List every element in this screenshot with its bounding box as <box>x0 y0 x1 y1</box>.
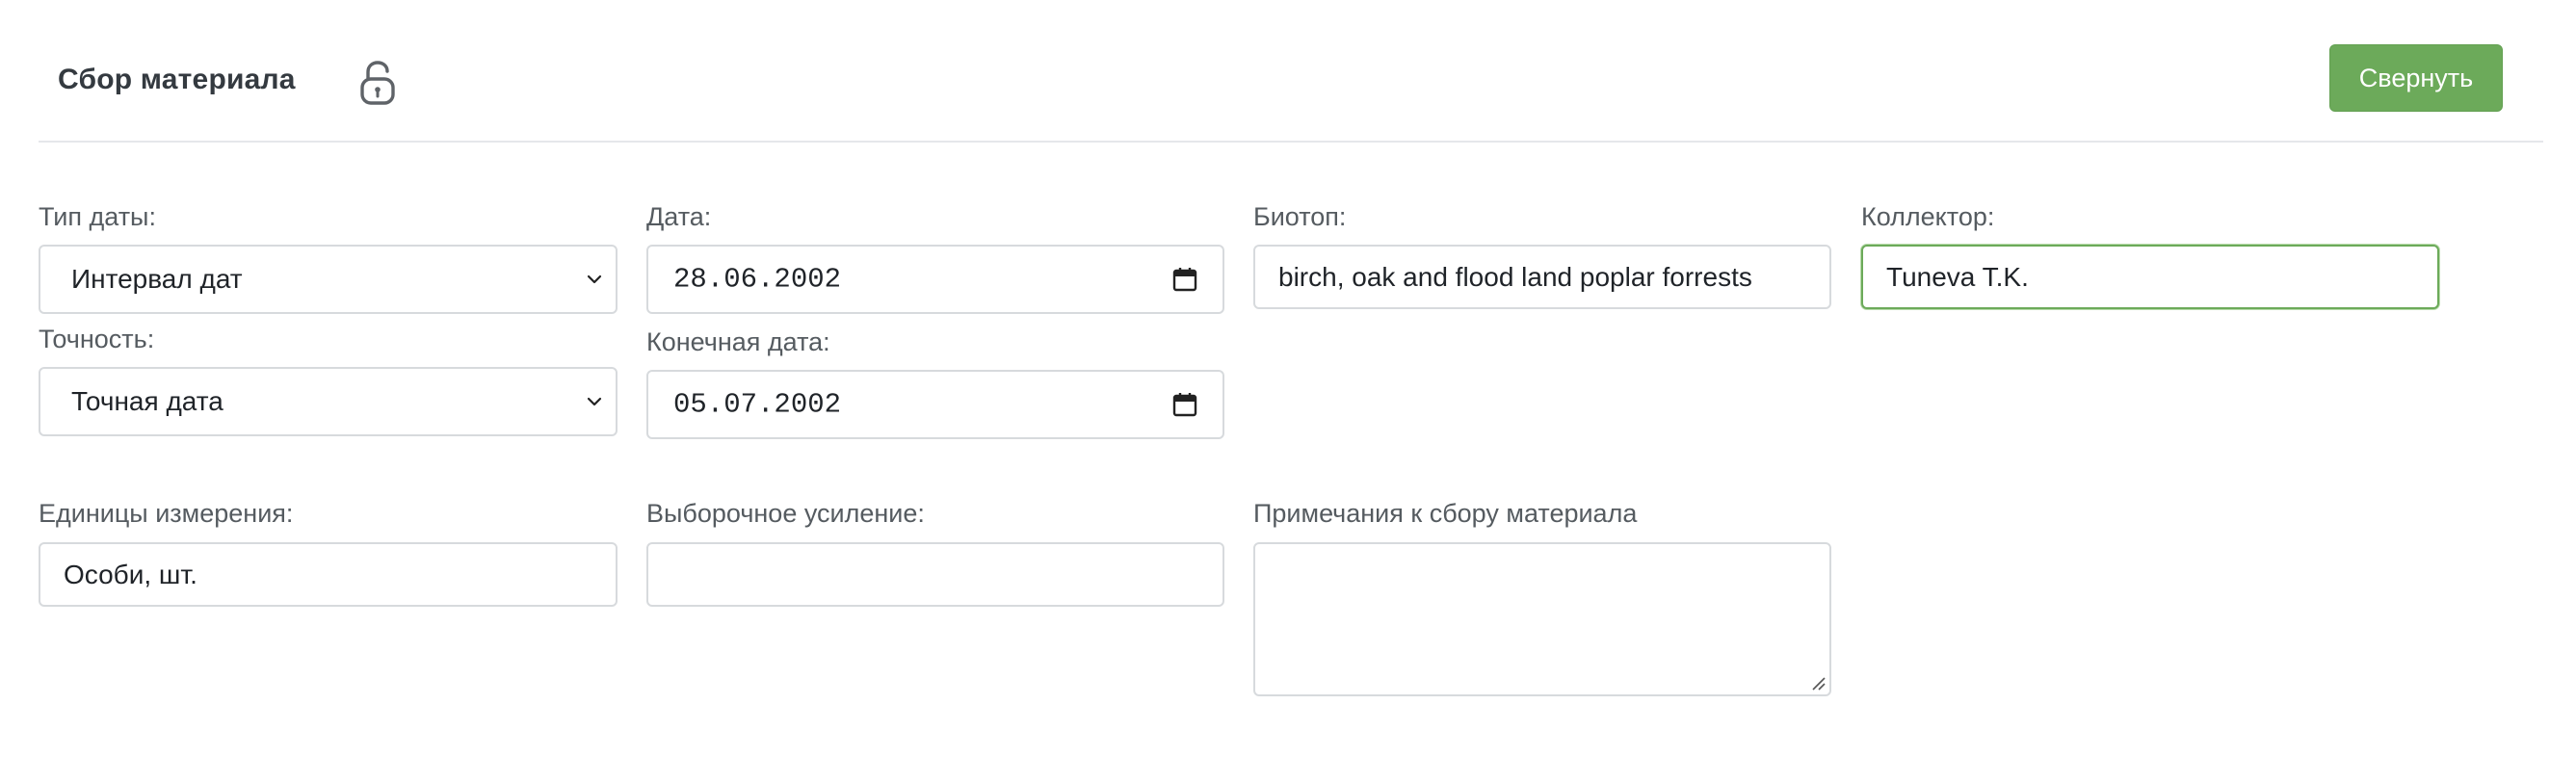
calendar-icon[interactable] <box>1172 267 1197 292</box>
date-type-label: Тип даты: <box>39 202 156 231</box>
date-value: 28.06.2002 <box>673 263 842 296</box>
collector-label: Коллектор: <box>1861 202 1995 231</box>
notes-textarea[interactable] <box>1253 542 1831 696</box>
precision-value: Точная дата <box>71 386 223 416</box>
precision-select[interactable]: Точная дата <box>39 367 618 436</box>
biotope-input[interactable]: birch, oak and flood land poplar forrest… <box>1253 245 1831 309</box>
unlocked-padlock-icon[interactable] <box>356 60 399 106</box>
units-value: Особи, шт. <box>64 559 197 589</box>
units-input[interactable]: Особи, шт. <box>39 542 618 607</box>
collector-input[interactable]: Tuneva T.K. <box>1861 245 2439 309</box>
date-label: Дата: <box>646 202 712 231</box>
calendar-icon[interactable] <box>1172 392 1197 417</box>
panel-header: Сбор материала <box>39 0 2543 143</box>
precision-label: Точность: <box>39 325 155 353</box>
sampling-effort-label: Выборочное усиление: <box>646 499 925 528</box>
date-type-select[interactable]: Интервал дат <box>39 245 618 314</box>
date-type-value: Интервал дат <box>71 264 243 294</box>
date-input[interactable]: 28.06.2002 <box>646 245 1224 314</box>
units-label: Единицы измерения: <box>39 499 294 528</box>
sampling-effort-input[interactable] <box>646 542 1224 607</box>
chevron-down-icon <box>587 397 602 406</box>
resize-grip-icon[interactable] <box>1810 675 1826 691</box>
end-date-label: Конечная дата: <box>646 327 830 356</box>
collector-value: Tuneva T.K. <box>1886 261 2029 292</box>
end-date-input[interactable]: 05.07.2002 <box>646 370 1224 439</box>
chevron-down-icon <box>587 274 602 284</box>
biotope-value: birch, oak and flood land poplar forrest… <box>1278 261 1752 292</box>
biotope-label: Биотоп: <box>1253 202 1347 231</box>
collection-panel: Сбор материала Свернуть Тип даты: Интерв… <box>0 0 2576 757</box>
notes-label: Примечания к сбору материала <box>1253 499 1638 528</box>
collapse-button[interactable]: Свернуть <box>2329 44 2503 112</box>
end-date-value: 05.07.2002 <box>673 388 842 421</box>
panel-title: Сбор материала <box>58 64 296 95</box>
